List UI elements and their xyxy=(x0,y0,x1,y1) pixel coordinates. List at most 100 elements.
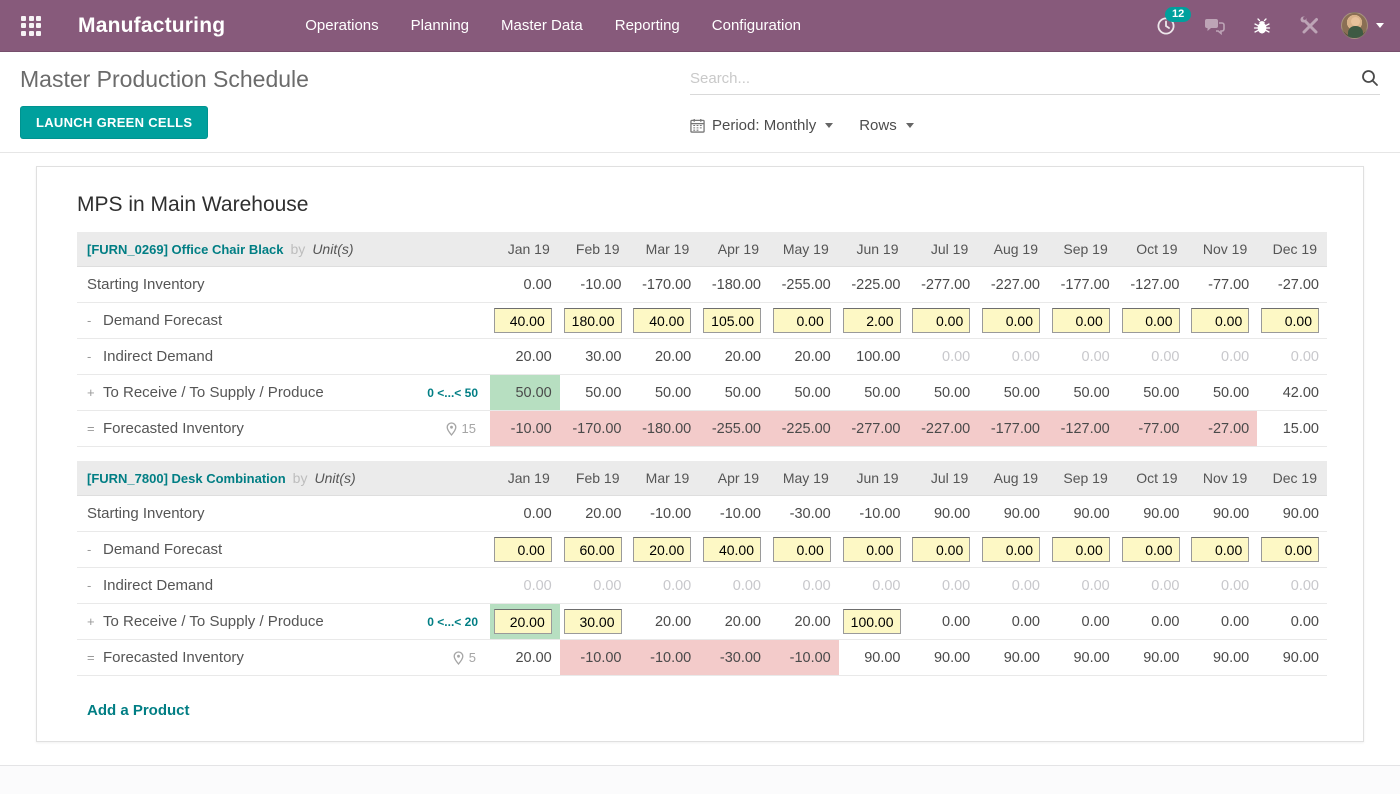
mps-cell: 90.00 xyxy=(1118,640,1188,675)
forecast-input[interactable] xyxy=(493,308,552,333)
mps-cell: 42.00 xyxy=(1257,375,1327,410)
row-prefix: - xyxy=(87,542,92,557)
forecast-input[interactable] xyxy=(493,537,552,562)
mps-cell xyxy=(978,532,1048,567)
month-header: Mar 19 xyxy=(645,470,690,486)
row-prefix: - xyxy=(87,313,92,328)
mps-cell: 0.00 xyxy=(1257,604,1327,639)
month-header: Oct 19 xyxy=(1136,470,1178,486)
mps-cell: -170.00 xyxy=(559,411,630,446)
apps-menu-icon[interactable] xyxy=(16,11,46,41)
mps-table: [FURN_0269] Office Chair Black by Unit(s) J… xyxy=(77,232,1327,676)
forecast-input[interactable] xyxy=(1051,308,1110,333)
forecast-input[interactable] xyxy=(1121,308,1180,333)
row-indirect-demand: - Indirect Demand 0.00 0.00 0.00 0.00 0.00 0.00… xyxy=(77,568,1327,604)
cell-value: -180.00 xyxy=(711,276,761,293)
forecast-input[interactable] xyxy=(703,537,761,562)
menu-item-configuration[interactable]: Configuration xyxy=(700,1,813,50)
month-header: Jul 19 xyxy=(930,470,969,486)
forecast-input[interactable] xyxy=(1051,537,1110,562)
mps-cell xyxy=(909,532,979,567)
cell-value: 0.00 xyxy=(1221,348,1250,365)
mps-cell: 50.00 xyxy=(560,375,630,410)
month-header: Aug 19 xyxy=(993,241,1038,257)
mps-cell: 0.00 xyxy=(978,568,1048,603)
search-input[interactable] xyxy=(690,69,1360,87)
forecast-input[interactable] xyxy=(772,308,831,333)
mps-cell: -180.00 xyxy=(699,267,769,302)
cell-value: 90.00 xyxy=(1282,649,1319,666)
forecast-input[interactable] xyxy=(633,537,692,562)
mps-cell: -77.00 xyxy=(1188,267,1258,302)
cell-value: 0.00 xyxy=(663,577,692,594)
row-label-cell: - Demand Forecast xyxy=(77,532,490,567)
menu-item-reporting[interactable]: Reporting xyxy=(603,1,692,50)
search-icon[interactable] xyxy=(1360,68,1380,88)
mps-cell: 30.00 xyxy=(560,339,630,374)
menu-item-operations[interactable]: Operations xyxy=(293,1,390,50)
forecast-input[interactable] xyxy=(982,308,1040,333)
user-menu[interactable] xyxy=(1341,12,1384,39)
rows-filter[interactable]: Rows xyxy=(859,117,914,134)
mps-cell: 20.00 xyxy=(769,339,839,374)
mps-cell: 20.00 xyxy=(630,604,700,639)
mps-cell xyxy=(1257,532,1327,567)
forecast-input[interactable] xyxy=(1261,308,1319,333)
messages-button[interactable] xyxy=(1197,9,1231,43)
forecast-input[interactable] xyxy=(842,609,901,634)
month-header: Jan 19 xyxy=(507,470,550,486)
cell-value: -177.00 xyxy=(1060,276,1110,293)
mps-cell: 90.00 xyxy=(1257,640,1327,675)
forecast-input[interactable] xyxy=(493,609,552,634)
forecast-input[interactable] xyxy=(1261,537,1319,562)
add-product-link[interactable]: Add a Product xyxy=(87,702,190,719)
forecast-input[interactable] xyxy=(703,308,761,333)
mps-cell: -177.00 xyxy=(1048,267,1118,302)
month-header: Aug 19 xyxy=(993,470,1038,486)
mps-cell xyxy=(630,303,700,338)
period-filter[interactable]: Period: Monthly xyxy=(690,117,834,134)
mps-cell xyxy=(490,303,560,338)
launch-green-cells-button[interactable]: LAUNCH GREEN CELLS xyxy=(20,106,209,139)
mps-cell: 0.00 xyxy=(1048,604,1118,639)
forecast-input[interactable] xyxy=(1191,537,1250,562)
support-button[interactable] xyxy=(1293,9,1327,43)
cell-value: -77.00 xyxy=(1138,420,1180,437)
cell-value: 0.00 xyxy=(1011,348,1040,365)
app-brand-title[interactable]: Manufacturing xyxy=(78,14,225,38)
mps-cell: 0.00 xyxy=(1118,604,1188,639)
mps-cell: 50.00 xyxy=(1048,375,1118,410)
forecast-input[interactable] xyxy=(842,537,901,562)
row-starting-inventory: Starting Inventory 0.00 -10.00 -170.00 -180.… xyxy=(77,267,1327,303)
forecast-input[interactable] xyxy=(563,609,622,634)
uom-label: Unit(s) xyxy=(314,470,356,486)
product-link[interactable]: [FURN_0269] Office Chair Black xyxy=(87,242,284,257)
forecast-input[interactable] xyxy=(1191,308,1250,333)
debug-button[interactable] xyxy=(1245,9,1279,43)
forecast-input[interactable] xyxy=(842,308,901,333)
forecast-input[interactable] xyxy=(563,537,622,562)
forecast-input[interactable] xyxy=(1121,537,1180,562)
menu-item-planning[interactable]: Planning xyxy=(399,1,481,50)
mps-cell: 50.00 xyxy=(1188,375,1258,410)
cell-value: 50.00 xyxy=(654,384,692,401)
month-header: Jun 19 xyxy=(856,241,899,257)
forecast-input[interactable] xyxy=(912,537,971,562)
month-header: Apr 19 xyxy=(717,241,759,257)
activities-button[interactable]: 12 xyxy=(1149,6,1192,43)
control-panel: Master Production Schedule LAUNCH GREEN … xyxy=(0,52,1400,153)
month-header: Feb 19 xyxy=(575,241,620,257)
forecast-input[interactable] xyxy=(912,308,971,333)
product-link[interactable]: [FURN_7800] Desk Combination xyxy=(87,471,286,486)
forecast-input[interactable] xyxy=(772,537,831,562)
menu-item-master-data[interactable]: Master Data xyxy=(489,1,595,50)
mps-cell: -10.00 xyxy=(699,496,769,531)
mps-cell xyxy=(560,303,630,338)
forecast-input[interactable] xyxy=(633,308,692,333)
forecast-input[interactable] xyxy=(982,537,1040,562)
month-header: May 19 xyxy=(782,470,829,486)
cell-value: 0.00 xyxy=(1081,613,1110,630)
mps-cell: -10.00 xyxy=(490,411,560,446)
forecast-input[interactable] xyxy=(563,308,622,333)
row-forecasted-inventory: = Forecasted Inventory 5 20.00 -10.00 -10.00 -… xyxy=(77,640,1327,676)
